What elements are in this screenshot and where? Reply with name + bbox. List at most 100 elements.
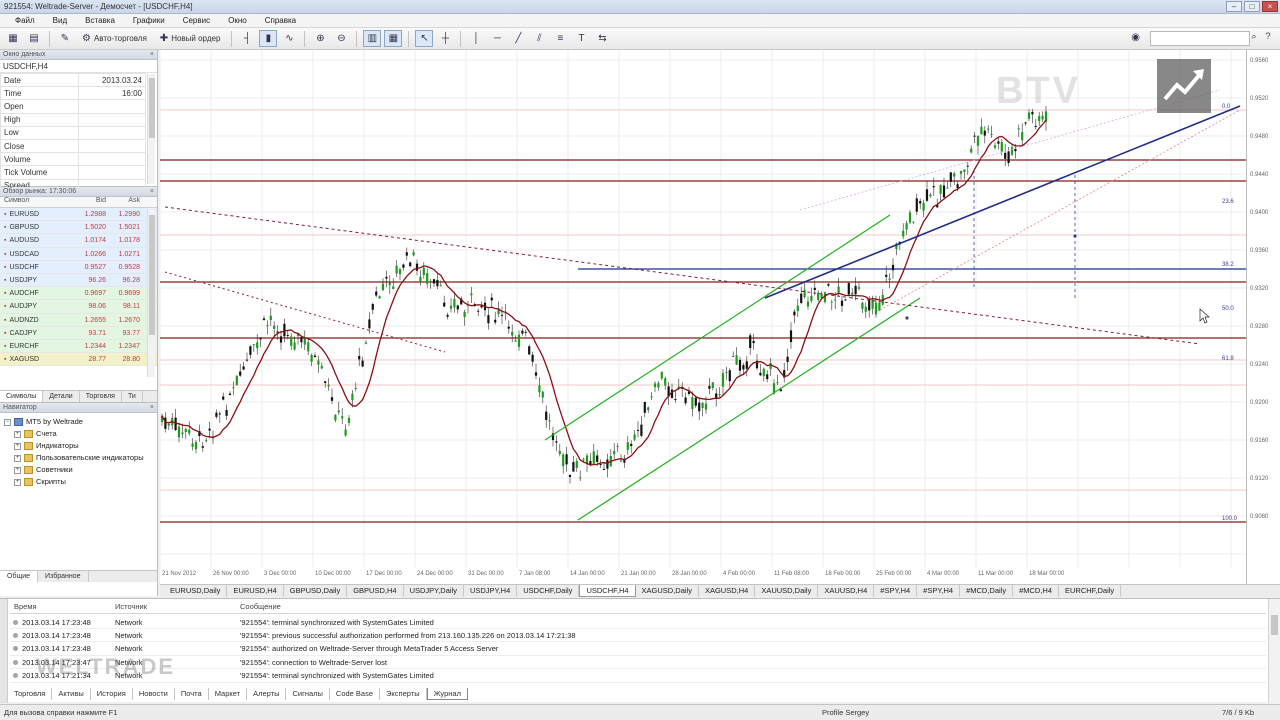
trendline-icon[interactable]: ╱ <box>509 30 527 47</box>
vertical-line-icon[interactable]: │ <box>467 30 485 47</box>
tree-item-scripts[interactable]: + Скрипты <box>4 476 157 488</box>
tile-windows-icon[interactable]: ▥ <box>363 30 382 47</box>
auto-trading-button[interactable]: ⚙ Авто-торговля <box>77 30 152 47</box>
market-watch-row[interactable]: ▪ AUDNZD 1.2655 1.2670 <box>0 313 157 327</box>
chart-tab[interactable]: XAGUSD,Daily <box>636 585 699 597</box>
collapse-icon[interactable]: − <box>4 418 11 426</box>
chart-tab[interactable]: USDJPY,H4 <box>464 585 518 597</box>
market-watch-row[interactable]: ▪ AUDUSD 1.0174 1.0178 <box>0 234 157 248</box>
market-watch-row[interactable]: ▪ GBPUSD 1.5020 1.5021 <box>0 221 157 235</box>
chart-tab[interactable]: #SPY,H4 <box>874 585 918 597</box>
chart-tab[interactable]: XAUUSD,Daily <box>755 585 819 597</box>
tree-item-custom-indicators[interactable]: + Пользовательские индикаторы <box>4 452 157 464</box>
chart-tab[interactable]: EURUSD,Daily <box>164 585 228 597</box>
line-chart-icon[interactable]: ∿ <box>280 30 298 47</box>
journal-scrollbar[interactable] <box>1268 599 1280 703</box>
cursor-icon[interactable]: ↖ <box>415 30 434 47</box>
column-message[interactable]: Сообщение <box>240 602 281 613</box>
grid-icon[interactable]: ▦ <box>384 30 403 47</box>
maximize-button[interactable]: □ <box>1244 1 1260 12</box>
toolbox-tab[interactable]: Эксперты <box>380 688 427 700</box>
journal-row[interactable]: 2013.03.14 17:23:47 Network '921554': conn… <box>10 656 1266 670</box>
menu-window[interactable]: Окно <box>219 16 256 25</box>
horizontal-line-icon[interactable]: ─ <box>488 30 506 47</box>
expand-icon[interactable]: + <box>14 442 21 450</box>
zoom-in-icon[interactable]: ⊕ <box>311 30 329 47</box>
chart-tab[interactable]: #MCD,Daily <box>960 585 1014 597</box>
toolbox-tab[interactable]: Новости <box>133 688 175 700</box>
journal-row[interactable]: 2013.03.14 17:21:34 Network '921554': term… <box>10 670 1266 683</box>
tree-root[interactable]: − MT5 by Weltrade <box>4 416 157 428</box>
toolbox-tab[interactable]: Почта <box>175 688 209 700</box>
column-ask[interactable]: Ask <box>110 197 144 207</box>
market-watch-row[interactable]: ▪ EURUSD 1.2988 1.2990 <box>0 208 157 222</box>
scrollbar-thumb[interactable] <box>149 78 155 138</box>
bar-chart-icon[interactable]: ┤ <box>238 30 256 47</box>
tab-favorites[interactable]: Избранное <box>38 571 89 582</box>
minimize-button[interactable]: – <box>1226 1 1242 12</box>
chart-tab[interactable]: #SPY,H4 <box>917 585 961 597</box>
data-window-scrollbar[interactable] <box>147 74 155 184</box>
toolbox-tab[interactable]: Алерты <box>247 688 287 700</box>
new-order-button[interactable]: ✚ Новый ордер <box>155 30 226 47</box>
tab-details[interactable]: Детали <box>43 391 80 402</box>
chart-tab[interactable]: USDJPY,Daily <box>404 585 464 597</box>
close-icon[interactable]: × <box>150 403 154 413</box>
toolbox-tab[interactable]: Журнал <box>426 688 468 700</box>
column-symbol[interactable]: Символ <box>0 197 76 207</box>
metaeditor-icon[interactable]: ✎ <box>56 30 74 47</box>
scrollbar-thumb[interactable] <box>149 215 155 335</box>
toolbox-tab[interactable]: Code Base <box>330 688 381 700</box>
toolbox-side-handle[interactable] <box>0 599 8 703</box>
menu-help[interactable]: Справка <box>256 16 305 25</box>
market-watch-row[interactable]: ▪ AUDJPY 98.06 98.11 <box>0 300 157 314</box>
journal-row[interactable]: 2013.03.14 17:23:48 Network '921554': prev… <box>10 629 1266 643</box>
market-watch-scrollbar[interactable] <box>147 209 155 377</box>
search-input[interactable] <box>1150 31 1250 46</box>
market-watch-row[interactable]: ▪ CADJPY 93.71 93.77 <box>0 326 157 340</box>
channel-icon[interactable]: ⫽ <box>530 30 548 47</box>
tab-ticks[interactable]: Ти <box>122 391 143 402</box>
toolbox-tab[interactable]: Активы <box>52 688 91 700</box>
zoom-out-icon[interactable]: ⊖ <box>332 30 350 47</box>
close-icon[interactable]: × <box>150 50 154 60</box>
chart-tab[interactable]: #MCD,H4 <box>1013 585 1060 597</box>
menu-charts[interactable]: Графики <box>124 16 174 25</box>
market-watch-row[interactable]: ▪ AUDCHF 0.9697 0.9699 <box>0 287 157 301</box>
column-bid[interactable]: Bid <box>76 197 110 207</box>
menu-file[interactable]: Файл <box>6 16 44 25</box>
globe-icon[interactable]: ◉ <box>1131 32 1140 43</box>
market-watch-row[interactable]: ▪ USDCHF 0.9527 0.9528 <box>0 260 157 274</box>
menu-tools[interactable]: Сервис <box>174 16 219 25</box>
search-icon[interactable]: ⌕ <box>1248 31 1260 42</box>
toolbox-tab[interactable]: Торговля <box>8 688 53 700</box>
expand-icon[interactable]: + <box>14 454 21 462</box>
expand-icon[interactable]: + <box>14 478 21 486</box>
market-watch-row[interactable]: ▪ EURCHF 1.2344 1.2347 <box>0 339 157 354</box>
close-button[interactable]: × <box>1262 1 1278 12</box>
profiles-icon[interactable]: ▤ <box>25 30 43 47</box>
chart-tab[interactable]: GBPUSD,H4 <box>347 585 404 597</box>
chart-canvas[interactable]: 100.0 61.8 50.0 38.2 23.6 0.0 <box>160 50 1280 584</box>
text-icon[interactable]: T <box>572 30 590 47</box>
candlestick-icon[interactable]: ▮ <box>259 30 278 47</box>
tree-item-accounts[interactable]: + Счета <box>4 428 157 440</box>
chart-tab[interactable]: USDCHF,Daily <box>517 585 580 597</box>
column-source[interactable]: Источник <box>115 602 240 613</box>
arrows-icon[interactable]: ⇆ <box>593 30 611 47</box>
menu-view[interactable]: Вид <box>44 16 76 25</box>
toolbox-tab[interactable]: Сигналы <box>286 688 330 700</box>
tab-common[interactable]: Общие <box>0 571 39 582</box>
journal-row[interactable]: 2013.03.14 17:23:48 Network '921554': auth… <box>10 643 1266 656</box>
journal-row[interactable]: 2013.03.14 17:23:48 Network '921554': term… <box>10 616 1266 629</box>
price-chart[interactable]: 100.0 61.8 50.0 38.2 23.6 0.0 0.9560 0.9520 0.9… <box>160 50 1280 584</box>
chart-tab[interactable]: EURCHF,Daily <box>1059 585 1122 597</box>
scrollbar-thumb[interactable] <box>1271 615 1278 635</box>
status-profile[interactable]: Profile Sergey <box>822 708 869 717</box>
market-watch-row[interactable]: ▪ USDCAD 1.0266 1.0271 <box>0 247 157 261</box>
tab-symbols[interactable]: Символы <box>0 391 44 402</box>
chart-tab[interactable]: EURUSD,H4 <box>227 585 284 597</box>
chart-tab[interactable]: USDCHF,H4 <box>579 585 636 597</box>
tree-item-indicators[interactable]: + Индикаторы <box>4 440 157 452</box>
fibonacci-icon[interactable]: ≡ <box>551 30 569 47</box>
